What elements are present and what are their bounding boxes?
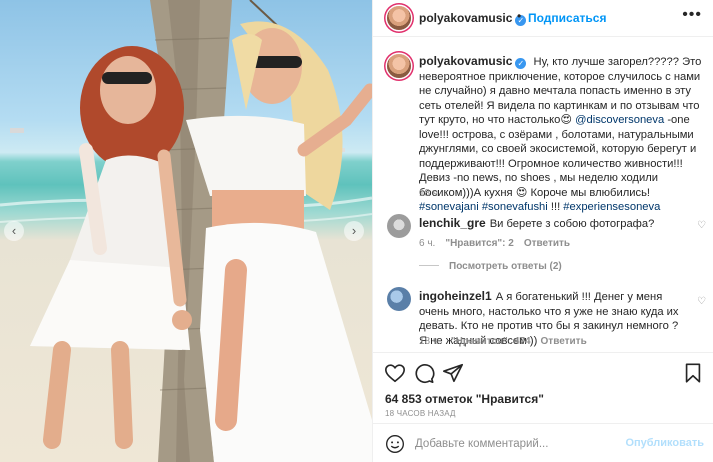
comment-input[interactable] [415,435,635,453]
heart-icon[interactable] [384,362,406,384]
post-actions: 64 853 отметок "Нравится" 18 ЧАСОВ НАЗАД [373,352,713,423]
commenter-avatar[interactable] [387,287,411,311]
caption-hashtag-link[interactable]: #sonevajani #sonevafushi [419,201,548,213]
post-header: polyakovamusic ✓ • Подписаться ••• [373,0,713,37]
commenter-avatar[interactable] [387,214,411,238]
comment-meta: 18 ч. "Нравится": 474 Ответить [419,336,597,347]
caption-text: polyakovamusic ✓ Ну, кто лучше загорел???… [419,54,709,215]
reply-button[interactable]: Ответить [541,336,587,347]
comments-section[interactable]: polyakovamusic ✓ Ну, кто лучше загорел???… [373,38,713,352]
comment-body: Ви берете з собою фотографа? [489,218,655,230]
smiley-icon[interactable] [385,434,405,454]
comment-text: lenchik_gre Ви берете з собою фотографа? [419,216,689,232]
chevron-left-icon[interactable]: ‹ [4,221,24,241]
instagram-post: ‹ › polyakovamusic ✓ • Подписаться ••• po… [0,0,713,462]
beach-scene-image [0,0,372,462]
verified-badge-icon: ✓ [515,58,527,69]
bookmark-icon[interactable] [682,362,704,384]
caption-time[interactable]: 18 ч. [419,188,441,199]
post-photo[interactable]: ‹ › [0,0,372,462]
paper-plane-icon[interactable] [442,362,464,384]
caption-username[interactable]: polyakovamusic ✓ [419,54,527,69]
separator-dot: • [517,9,522,23]
post-timestamp[interactable]: 18 ЧАСОВ НАЗАД [385,409,456,418]
caption-avatar[interactable] [387,54,411,78]
comment-meta: 6 ч. "Нравится": 2 Ответить [419,238,580,249]
comment-time[interactable]: 18 ч. [419,336,441,347]
comment-likes-count[interactable]: "Нравится": 2 [445,238,514,249]
comment-icon[interactable] [413,362,435,384]
chevron-right-icon[interactable]: › [344,221,364,241]
caption-text-part: Короче мы влюбились! [527,186,651,199]
add-comment-bar: Опубликовать [373,423,713,462]
commenter-username[interactable]: ingoheinzel1 [419,289,492,303]
more-options-icon[interactable]: ••• [682,6,702,24]
author-username-text[interactable]: polyakovamusic [419,11,512,25]
caption-username-text[interactable]: polyakovamusic [419,54,512,68]
reply-button[interactable]: Ответить [524,238,570,249]
comment-time[interactable]: 6 ч. [419,238,435,249]
follow-button[interactable]: Подписаться [528,11,606,25]
heart-eyes-emoji-icon: 😍 [515,186,528,199]
view-replies-button[interactable]: Посмотреть ответы (2) [419,261,562,272]
caption-hashtag-link[interactable]: #experiensesoneva [563,201,660,213]
comment-like-heart-icon[interactable]: ♡ [697,296,706,307]
commenter-username[interactable]: lenchik_gre [419,216,486,230]
caption-text-part: !!! [547,201,564,213]
publish-button[interactable]: Опубликовать [625,437,704,449]
author-avatar[interactable] [387,6,411,30]
likes-count[interactable]: 64 853 отметок "Нравится" [385,392,544,406]
author-username[interactable]: polyakovamusic ✓ [419,11,527,26]
comment-likes-count[interactable]: "Нравится": 474 [451,336,531,347]
comment-like-heart-icon[interactable]: ♡ [697,220,706,231]
caption-mention-link[interactable]: @discoversoneva [575,114,664,126]
post-details-panel: polyakovamusic ✓ • Подписаться ••• polyak… [372,0,713,462]
heart-eyes-emoji-icon: 😍 [560,114,573,126]
